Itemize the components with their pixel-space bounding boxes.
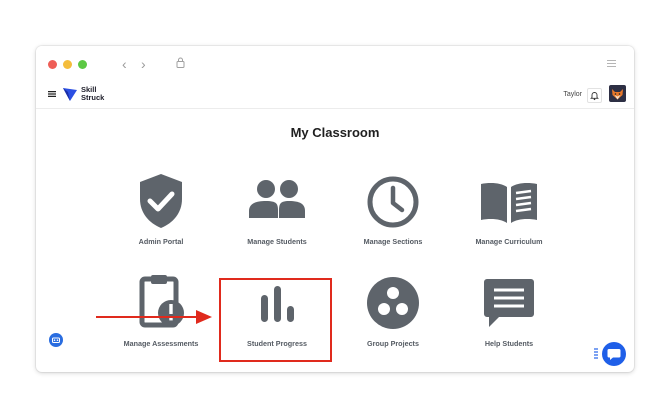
tile-label: Help Students: [484, 339, 534, 348]
forward-icon[interactable]: ›: [141, 56, 146, 72]
tile-label: Manage Sections: [363, 237, 423, 246]
browser-menu-icon[interactable]: [607, 60, 616, 67]
user-name: Taylor: [563, 91, 582, 98]
maximize-window-button[interactable]: [78, 60, 87, 69]
clock-icon: [367, 176, 419, 228]
tile-manage-curriculum[interactable]: Manage Curriculum: [454, 172, 564, 252]
highlight-box: [219, 278, 332, 362]
tile-label: Manage Curriculum: [475, 237, 543, 246]
browser-chrome: ‹ ›: [36, 46, 634, 82]
minimize-window-button[interactable]: [63, 60, 72, 69]
skill-struck-logo-icon[interactable]: [62, 86, 78, 102]
notifications-button[interactable]: [587, 88, 602, 103]
tile-label: Manage Students: [247, 237, 307, 246]
shield-check-icon: [140, 174, 182, 228]
open-book-icon: [481, 183, 537, 223]
menu-icon[interactable]: [48, 91, 56, 97]
chat-bubble-icon: [607, 349, 621, 360]
accessibility-button[interactable]: [49, 333, 63, 347]
tile-admin-portal[interactable]: Admin Portal: [106, 172, 216, 252]
message-icon: [484, 279, 534, 327]
chat-button[interactable]: [602, 342, 626, 366]
users-icon: [249, 180, 305, 218]
app-header: Skill Struck Taylor: [36, 82, 634, 109]
fox-avatar-icon: [612, 89, 623, 100]
back-icon[interactable]: ‹: [122, 56, 127, 72]
tile-manage-students[interactable]: Manage Students: [222, 172, 332, 252]
tile-label: Admin Portal: [138, 237, 184, 246]
tile-manage-sections[interactable]: Manage Sections: [338, 172, 448, 252]
page-title: My Classroom: [290, 125, 380, 140]
pointer-arrow-icon: [96, 310, 212, 324]
avatar[interactable]: [609, 85, 626, 102]
tile-label: Manage Assessments: [123, 339, 199, 348]
logo-line-2: Struck: [81, 93, 105, 102]
tile-help-students[interactable]: Help Students: [454, 273, 564, 353]
close-window-button[interactable]: [48, 60, 57, 69]
tile-group-projects[interactable]: Group Projects: [338, 273, 448, 353]
drag-handle-icon[interactable]: [594, 348, 598, 360]
tile-label: Group Projects: [367, 339, 419, 348]
cog-icon: [52, 337, 60, 343]
lock-icon: [176, 57, 185, 68]
logo-text: Skill Struck: [81, 86, 104, 102]
bell-icon: [590, 92, 599, 101]
group-circle-icon: [367, 277, 419, 329]
